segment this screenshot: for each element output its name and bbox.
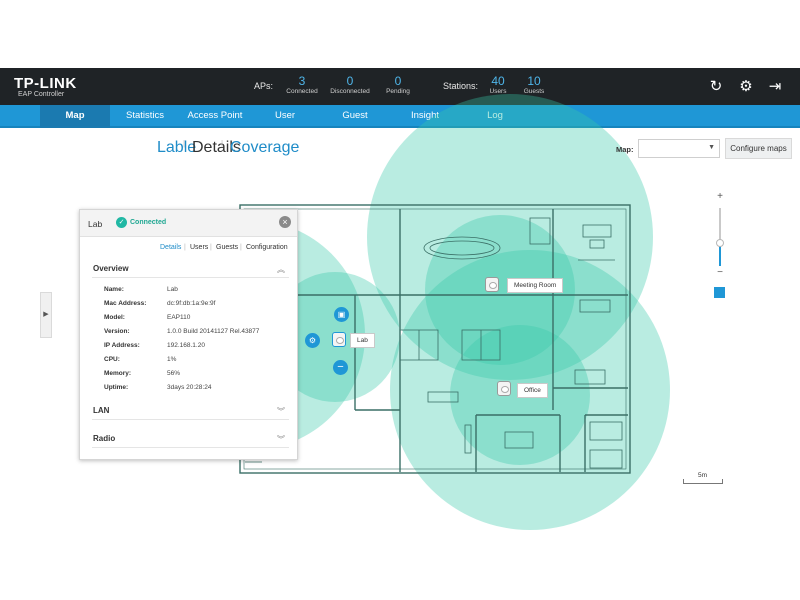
field-label: Mac Address:	[104, 300, 147, 307]
access-point-meeting-room[interactable]	[485, 277, 499, 292]
view-tab-separator: |	[221, 139, 224, 148]
scale-label: 5m	[698, 472, 708, 479]
field-label: Version:	[104, 328, 130, 335]
fit-to-screen-button[interactable]	[714, 287, 725, 298]
overview-section-title[interactable]: Overview	[93, 264, 129, 273]
scale-bar	[683, 479, 723, 484]
divider	[92, 447, 289, 448]
ap-tab-configuration[interactable]: Configuration	[246, 244, 288, 251]
configure-maps-button[interactable]: Configure maps	[725, 138, 792, 159]
ap-tab-separator: |	[210, 244, 212, 251]
ap-status-badge: Connected	[130, 219, 167, 226]
field-label: IP Address:	[104, 342, 140, 349]
chevron-down-icon[interactable]: ︾	[277, 434, 285, 445]
radio-section-title[interactable]: Radio	[93, 434, 115, 443]
lan-section-title[interactable]: LAN	[93, 406, 109, 415]
expand-sidebar-icon[interactable]: ▶	[40, 292, 52, 338]
view-tab-lable[interactable]: Lable	[157, 139, 196, 157]
ap-label-meeting-room: Meeting Room	[507, 278, 564, 293]
zoom-out-button[interactable]: −	[715, 268, 725, 279]
chevron-up-icon[interactable]: ︽	[277, 264, 285, 275]
field-label: Uptime:	[104, 384, 129, 391]
ap-tab-users[interactable]: Users	[190, 244, 208, 251]
lock-icon[interactable]: ▣	[334, 307, 349, 322]
zoom-slider-fill	[719, 246, 721, 266]
access-point-lab[interactable]	[332, 332, 346, 347]
map-select-dropdown[interactable]: ▼	[638, 139, 720, 158]
field-value: dc:9f:db:1a:9e:9f	[167, 300, 216, 307]
field-value: EAP110	[167, 314, 191, 321]
ap-tab-separator: |	[240, 244, 242, 251]
field-value: Lab	[167, 286, 178, 293]
field-value: 192.168.1.20	[167, 342, 205, 349]
ap-panel-header: Lab ✓ Connected ×	[80, 210, 297, 237]
remove-icon[interactable]: −	[333, 360, 348, 375]
chevron-down-icon[interactable]: ︾	[277, 406, 285, 417]
ap-panel-title: Lab	[88, 219, 103, 229]
close-icon[interactable]: ×	[279, 216, 291, 228]
view-tab-coverage[interactable]: Coverage	[230, 139, 299, 157]
divider	[92, 419, 289, 420]
ap-tab-details[interactable]: Details	[160, 244, 181, 251]
zoom-in-button[interactable]: +	[715, 192, 725, 203]
access-point-office[interactable]	[497, 381, 511, 396]
ap-label-office: Office	[517, 383, 548, 398]
map-select-label: Map:	[616, 145, 634, 154]
divider	[92, 277, 289, 278]
field-value: 1.0.0 Build 20141127 Rel.43877	[167, 328, 260, 335]
field-value: 1%	[167, 356, 177, 363]
connected-check-icon: ✓	[116, 217, 127, 228]
field-label: Name:	[104, 286, 124, 293]
ap-tab-guests[interactable]: Guests	[216, 244, 238, 251]
ap-tab-separator: |	[184, 244, 186, 251]
field-label: Model:	[104, 314, 125, 321]
app-frame: TP-LINK EAP Controller APs: 3 Connected …	[0, 0, 800, 600]
ap-detail-panel: Lab ✓ Connected × Details | Users | Gues…	[79, 209, 298, 460]
chevron-down-icon: ▼	[708, 144, 715, 151]
view-tab-separator: |	[183, 139, 186, 148]
ap-label-lab: Lab	[350, 333, 375, 348]
field-label: CPU:	[104, 356, 120, 363]
field-value: 56%	[167, 370, 181, 377]
zoom-slider-handle[interactable]	[716, 239, 724, 247]
field-value: 3days 20:28:24	[167, 384, 212, 391]
gear-icon[interactable]: ⚙	[305, 333, 320, 348]
field-label: Memory:	[104, 370, 132, 377]
